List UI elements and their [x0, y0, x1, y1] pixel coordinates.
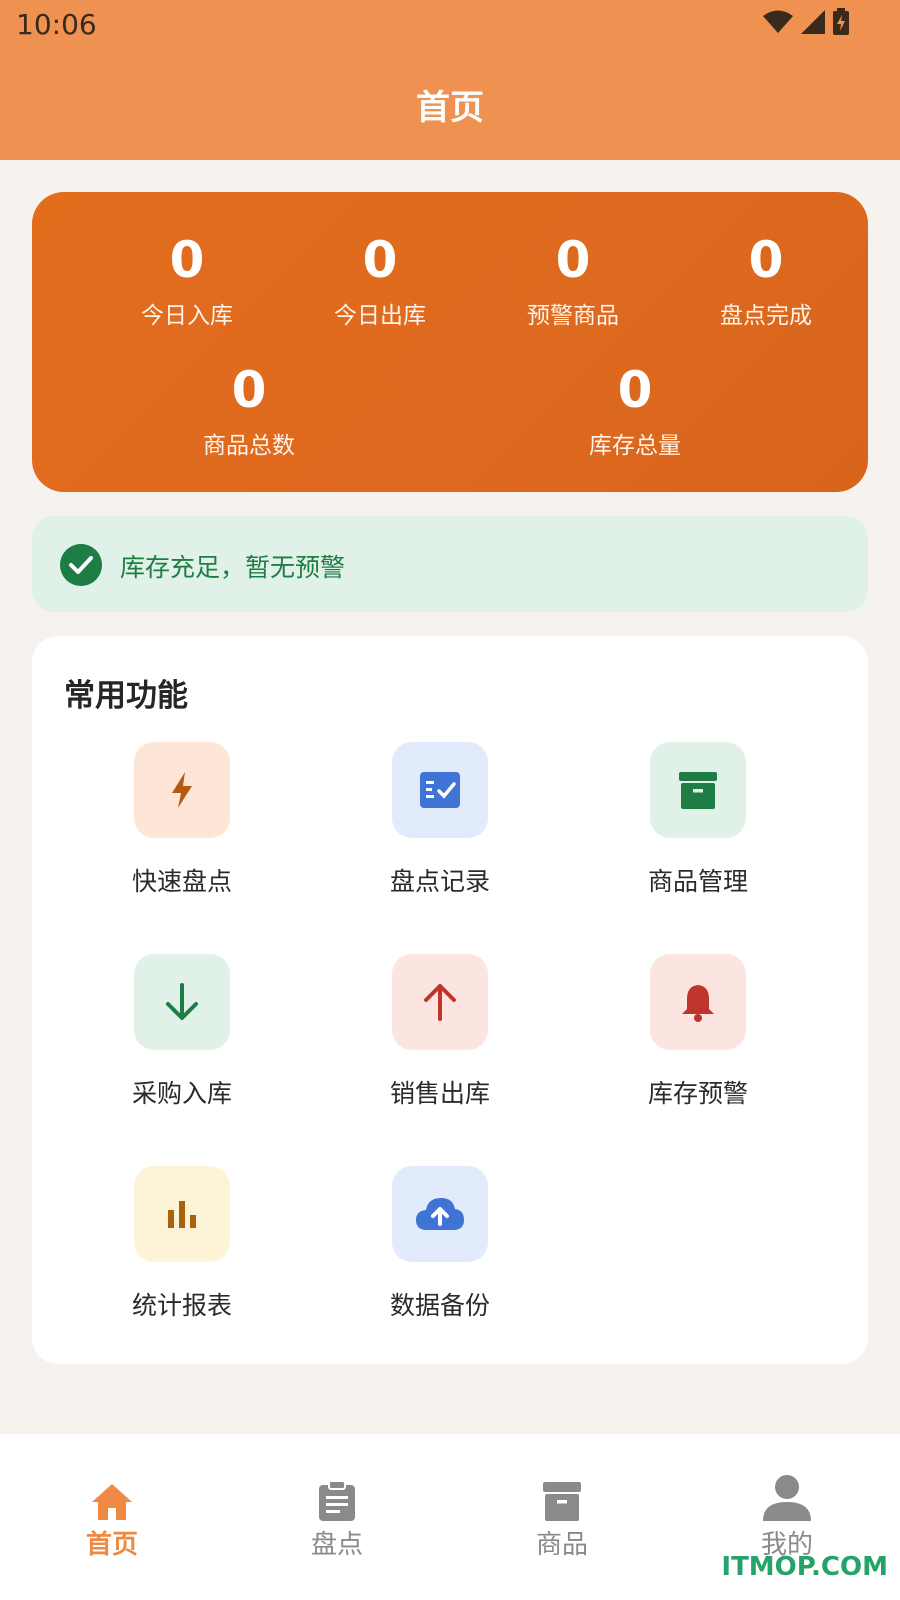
stat-label: 今日出库 — [334, 303, 426, 329]
func-statistics-report[interactable]: 统计报表 — [82, 1166, 282, 1322]
bar-chart-icon — [168, 1201, 196, 1228]
func-label: 盘点记录 — [389, 867, 490, 896]
stat-label: 盘点完成 — [720, 303, 812, 329]
func-stock-warning[interactable]: 库存预警 — [598, 954, 798, 1110]
status-bar: 10:06 — [0, 0, 900, 50]
arrow-up-icon — [424, 984, 456, 1021]
person-icon — [763, 1475, 811, 1521]
func-sales-out[interactable]: 销售出库 — [340, 954, 540, 1110]
archive-icon — [679, 772, 717, 809]
bolt-icon — [172, 772, 192, 808]
tab-label: 首页 — [85, 1530, 138, 1560]
func-label: 数据备份 — [389, 1291, 490, 1320]
notice-text: 库存充足，暂无预警 — [120, 553, 346, 582]
stat-inventory-done[interactable]: 0 盘点完成 — [671, 230, 861, 330]
stat-label: 今日入库 — [141, 303, 233, 329]
stat-label: 库存总量 — [589, 433, 681, 459]
tab-label: 商品 — [535, 1530, 588, 1560]
func-quick-inventory[interactable]: 快速盘点 — [82, 742, 282, 898]
cloud-upload-icon — [416, 1198, 464, 1230]
func-label: 库存预警 — [647, 1079, 748, 1108]
stat-value: 0 — [617, 361, 653, 419]
stat-value: 0 — [231, 361, 267, 419]
battery-icon — [833, 8, 849, 35]
archive-icon — [543, 1482, 581, 1521]
stat-value: 0 — [748, 231, 784, 289]
stat-warning-goods[interactable]: 0 预警商品 — [478, 230, 668, 330]
stats-card: 0 今日入库 0 今日出库 0 预警商品 0 盘点完成 0 商品总数 0 库存总… — [32, 192, 868, 492]
func-purchase-in[interactable]: 采购入库 — [82, 954, 282, 1110]
tab-inventory[interactable]: 盘点 — [247, 1474, 427, 1561]
stat-label: 预警商品 — [527, 303, 619, 329]
stat-value: 0 — [362, 231, 398, 289]
bell-icon — [682, 985, 714, 1022]
signal-icon — [801, 10, 825, 34]
stat-value: 0 — [169, 231, 205, 289]
func-label: 采购入库 — [131, 1079, 232, 1108]
func-goods-management[interactable]: 商品管理 — [598, 742, 798, 898]
watermark: ITMOP.COM — [721, 1552, 888, 1582]
tab-mine[interactable]: 我的 — [697, 1474, 877, 1561]
arrow-down-icon — [166, 983, 198, 1020]
stat-value: 0 — [555, 231, 591, 289]
tab-home[interactable]: 首页 — [22, 1474, 202, 1561]
wifi-icon — [763, 10, 793, 33]
func-label: 快速盘点 — [131, 867, 232, 896]
page-title: 首页 — [416, 88, 484, 128]
func-label: 销售出库 — [389, 1079, 490, 1108]
tab-label: 盘点 — [310, 1530, 363, 1560]
clipboard-icon — [319, 1480, 355, 1521]
stat-today-out[interactable]: 0 今日出库 — [285, 230, 475, 330]
func-data-backup[interactable]: 数据备份 — [340, 1166, 540, 1322]
check-circle-icon — [60, 544, 102, 586]
stock-notice: 库存充足，暂无预警 — [32, 516, 868, 612]
func-inventory-records[interactable]: 盘点记录 — [340, 742, 540, 898]
home-icon — [92, 1484, 132, 1520]
status-time: 10:06 — [16, 8, 97, 41]
section-heading: 常用功能 — [64, 678, 188, 714]
func-label: 统计报表 — [131, 1291, 232, 1320]
app-bar: 首页 — [0, 50, 900, 160]
func-label: 商品管理 — [647, 867, 748, 896]
stat-today-in[interactable]: 0 今日入库 — [92, 230, 282, 330]
tab-goods[interactable]: 商品 — [472, 1474, 652, 1561]
checklist-icon — [420, 772, 460, 808]
stat-label: 商品总数 — [203, 433, 295, 459]
status-icons — [762, 8, 850, 36]
stat-stock-total[interactable]: 0 库存总量 — [525, 360, 745, 460]
functions-card: 常用功能 快速盘点 盘点记录 商品管理 采购入库 销售出库 库存预警 统计报表 … — [32, 636, 868, 1364]
stat-goods-total[interactable]: 0 商品总数 — [139, 360, 359, 460]
